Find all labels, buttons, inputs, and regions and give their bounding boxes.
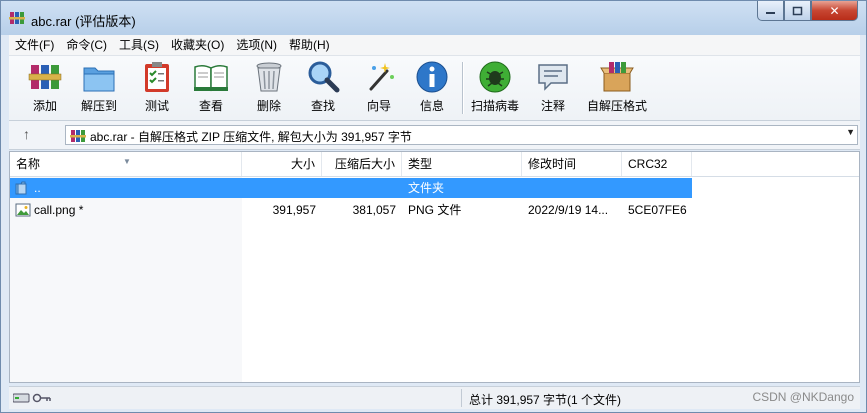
table-row[interactable]: .. 文件夹: [10, 178, 692, 198]
minimize-icon: [765, 11, 775, 14]
row-type: 文件夹: [408, 181, 445, 195]
address-bar: ↑ abc.rar - 自解压格式 ZIP 压缩文件, 解包大小为 391,95…: [9, 121, 860, 150]
row-crc: 5CE07FE6: [628, 203, 687, 217]
close-button[interactable]: ✕: [811, 1, 858, 21]
status-separator: [461, 389, 462, 407]
row-name: call.png *: [34, 203, 84, 217]
extract-folder-icon: [83, 67, 115, 92]
toolbar: 添加 解压到 测试 查看 删除 查找 向导 信息 扫描病毒 注释 自解压格式: [9, 56, 860, 121]
comment-icon: [538, 64, 568, 91]
column-modified[interactable]: 修改时间: [522, 152, 622, 176]
view-label: 查看: [198, 99, 223, 113]
column-modified-label: 修改时间: [528, 157, 577, 171]
status-summary: 总计 391,957 字节(1 个文件): [469, 393, 622, 407]
delete-label: 删除: [256, 99, 281, 113]
sfx-box-icon: [600, 62, 634, 92]
window-controls: ✕: [757, 1, 858, 23]
title-bar: abc.rar (评估版本) ✕: [1, 1, 866, 35]
row-name: ..: [34, 181, 41, 195]
winrar-archive-icon: [70, 130, 86, 142]
app-window: abc.rar (评估版本) ✕ 文件(F) 命令(C) 工具(S) 收藏夹(O…: [0, 0, 867, 413]
magnifier-icon: [308, 61, 340, 93]
comment-label: 注释: [540, 99, 565, 113]
row-size: [242, 178, 322, 198]
test-label: 测试: [144, 99, 169, 113]
sfx-button[interactable]: 自解压格式: [587, 59, 647, 117]
book-icon: [194, 64, 228, 92]
row-packed: 381,057: [352, 203, 396, 217]
test-clipboard-icon: [145, 62, 169, 92]
menu-commands[interactable]: 命令(C): [60, 35, 113, 55]
magic-wand-icon: [369, 63, 394, 91]
column-type[interactable]: 类型: [402, 152, 522, 176]
maximize-icon: [792, 6, 802, 15]
toolbar-separator: [462, 62, 464, 114]
menu-tools[interactable]: 工具(S): [113, 35, 165, 55]
row-modified: 2022/9/19 14...: [528, 203, 609, 217]
view-button[interactable]: 查看: [193, 59, 229, 117]
column-name-label: 名称: [16, 157, 41, 171]
menu-options[interactable]: 选项(N): [230, 35, 283, 55]
row-modified: [522, 178, 622, 198]
add-button[interactable]: 添加: [27, 59, 63, 117]
watermark: CSDN @NKDango: [752, 390, 854, 404]
menu-favorites[interactable]: 收藏夹(O): [165, 35, 230, 55]
menu-file[interactable]: 文件(F): [9, 35, 60, 55]
path-text: abc.rar - 自解压格式 ZIP 压缩文件, 解包大小为 391,957 …: [90, 130, 412, 144]
menu-help[interactable]: 帮助(H): [283, 35, 336, 55]
row-crc: [622, 178, 692, 198]
virus-scan-button[interactable]: 扫描病毒: [471, 59, 519, 117]
table-row[interactable]: call.png * 391,957 381,057 PNG 文件 2022/9…: [10, 200, 692, 220]
column-packed-label: 压缩后大小: [334, 157, 395, 171]
column-packed-size[interactable]: 压缩后大小: [322, 152, 402, 176]
row-packed: [322, 178, 402, 198]
column-type-label: 类型: [408, 157, 433, 171]
info-icon: [416, 61, 448, 93]
find-label: 查找: [310, 99, 335, 113]
close-icon: ✕: [829, 3, 840, 18]
column-name[interactable]: ▼ 名称: [10, 152, 242, 176]
virus-scan-icon: [479, 61, 511, 93]
column-size-label: 大小: [290, 157, 315, 171]
trash-icon: [256, 62, 282, 92]
file-list: ▼ 名称 大小 压缩后大小 类型 修改时间 CRC32 .. 文件夹 call.…: [9, 151, 860, 383]
column-size[interactable]: 大小: [242, 152, 322, 176]
add-archive-icon: [28, 65, 62, 89]
virus-scan-label: 扫描病毒: [471, 99, 520, 113]
maximize-button[interactable]: [784, 1, 811, 21]
minimize-button[interactable]: [757, 1, 784, 21]
status-bar: 总计 391,957 字节(1 个文件): [9, 386, 860, 409]
column-crc-label: CRC32: [628, 157, 668, 171]
row-type: PNG 文件: [408, 203, 462, 217]
extract-to-button[interactable]: 解压到: [81, 59, 117, 117]
column-header-row: ▼ 名称 大小 压缩后大小 类型 修改时间 CRC32: [10, 152, 859, 177]
sfx-label: 自解压格式: [587, 99, 648, 113]
up-arrow-icon[interactable]: ↑: [23, 126, 30, 142]
menu-bar: 文件(F) 命令(C) 工具(S) 收藏夹(O) 选项(N) 帮助(H): [9, 35, 860, 56]
path-field[interactable]: abc.rar - 自解压格式 ZIP 压缩文件, 解包大小为 391,957 …: [65, 125, 858, 145]
wizard-button[interactable]: 向导: [361, 59, 397, 117]
info-button[interactable]: 信息: [414, 59, 450, 117]
delete-button[interactable]: 删除: [251, 59, 287, 117]
window-title: abc.rar (评估版本): [31, 14, 136, 29]
row-size: 391,957: [272, 203, 316, 217]
chevron-down-icon[interactable]: ▼: [846, 127, 855, 137]
sort-arrow-icon: ▼: [123, 157, 131, 166]
winrar-logo-icon: [9, 12, 25, 24]
drive-key-icon: [13, 393, 51, 403]
find-button[interactable]: 查找: [305, 59, 341, 117]
column-crc32[interactable]: CRC32: [622, 152, 692, 176]
wizard-label: 向导: [366, 99, 391, 113]
test-button[interactable]: 测试: [139, 59, 175, 117]
comment-button[interactable]: 注释: [535, 59, 571, 117]
add-label: 添加: [32, 99, 57, 113]
extract-to-label: 解压到: [81, 99, 118, 113]
info-label: 信息: [419, 99, 444, 113]
